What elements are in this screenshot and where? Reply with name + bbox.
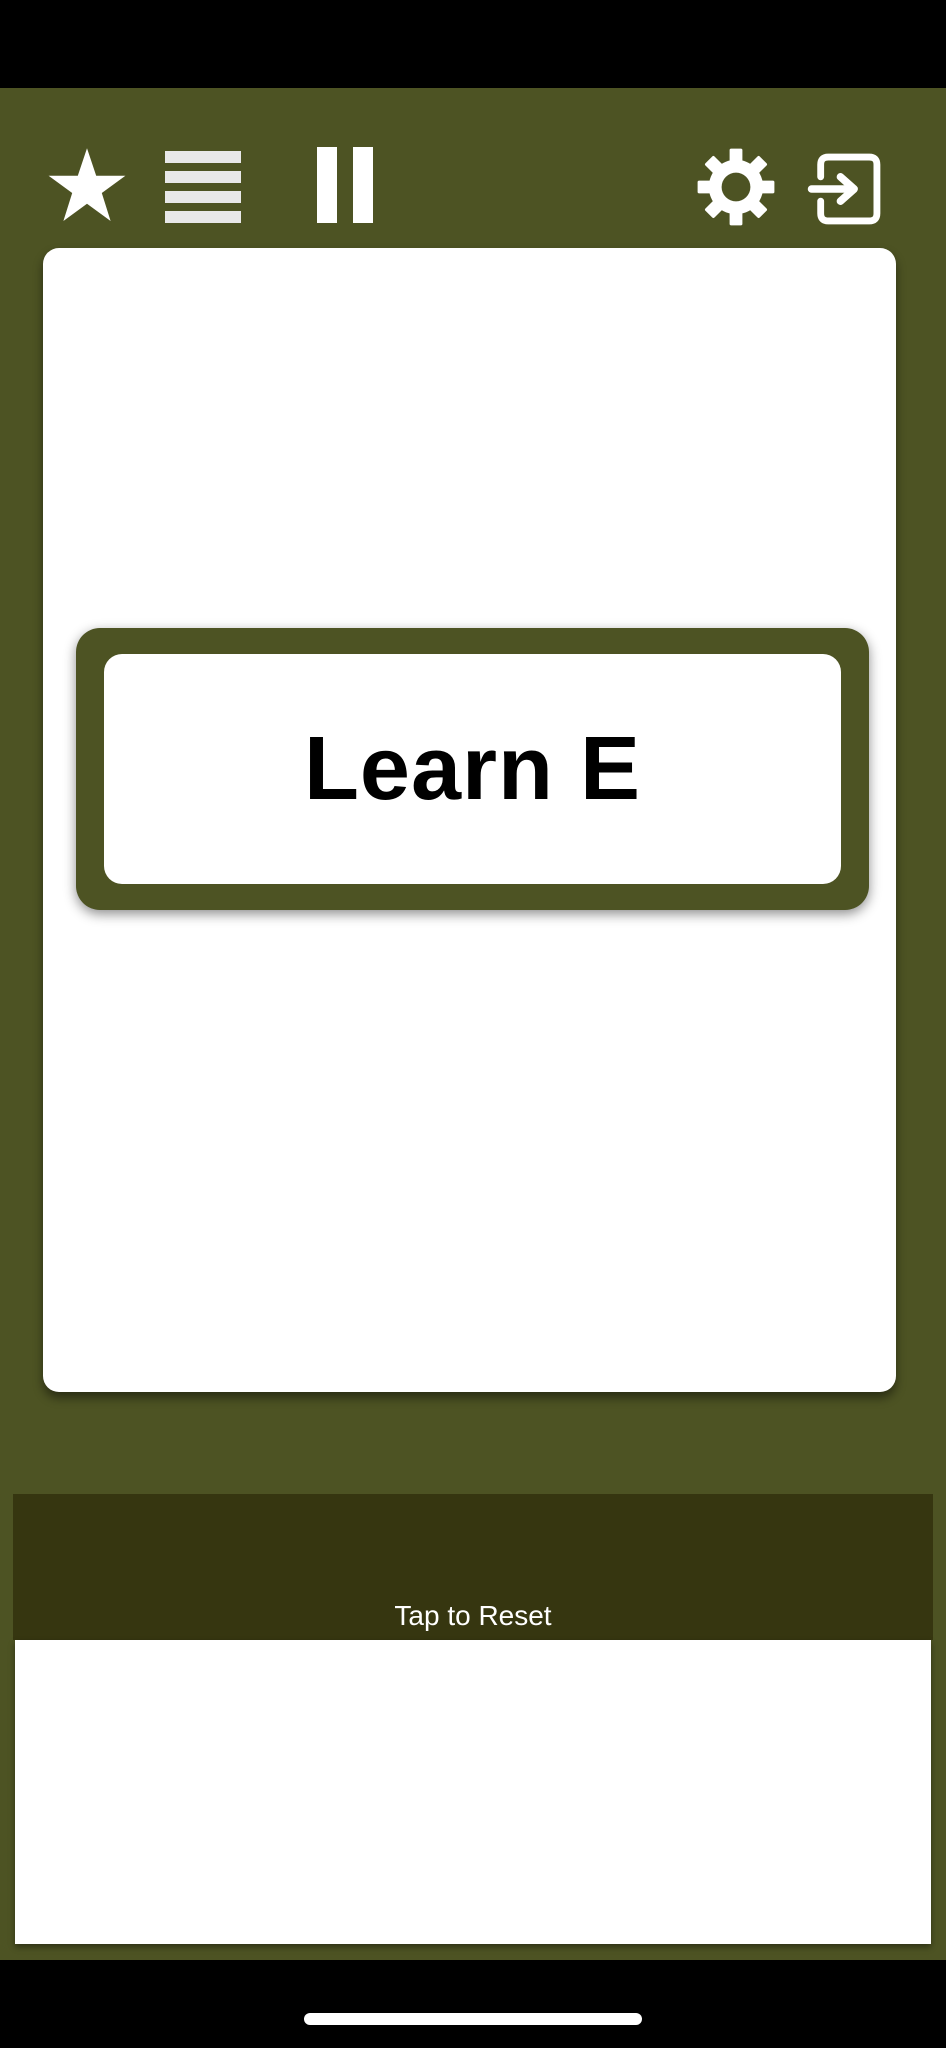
star-icon (48, 148, 126, 221)
favorite-button[interactable] (44, 142, 130, 228)
flash-card[interactable]: Learn E (43, 248, 896, 1392)
pause-icon (317, 147, 373, 223)
exit-button[interactable] (802, 146, 888, 232)
list-icon (165, 151, 241, 223)
reset-label: Tap to Reset (394, 1600, 552, 1631)
word-panel: Learn E (104, 654, 841, 884)
card-word: Learn E (303, 718, 642, 819)
bottom-panel (15, 1640, 931, 1944)
gear-icon (697, 148, 775, 226)
menu-button[interactable] (160, 144, 246, 230)
reset-button[interactable]: Tap to Reset (13, 1494, 933, 1640)
exit-icon (807, 153, 881, 225)
word-frame: Learn E (76, 628, 869, 910)
status-bar (0, 0, 946, 88)
home-indicator[interactable] (304, 2013, 642, 2025)
settings-button[interactable] (693, 144, 779, 230)
pause-button[interactable] (302, 142, 388, 228)
app-screen: Learn E Tap to Reset (0, 88, 946, 1960)
